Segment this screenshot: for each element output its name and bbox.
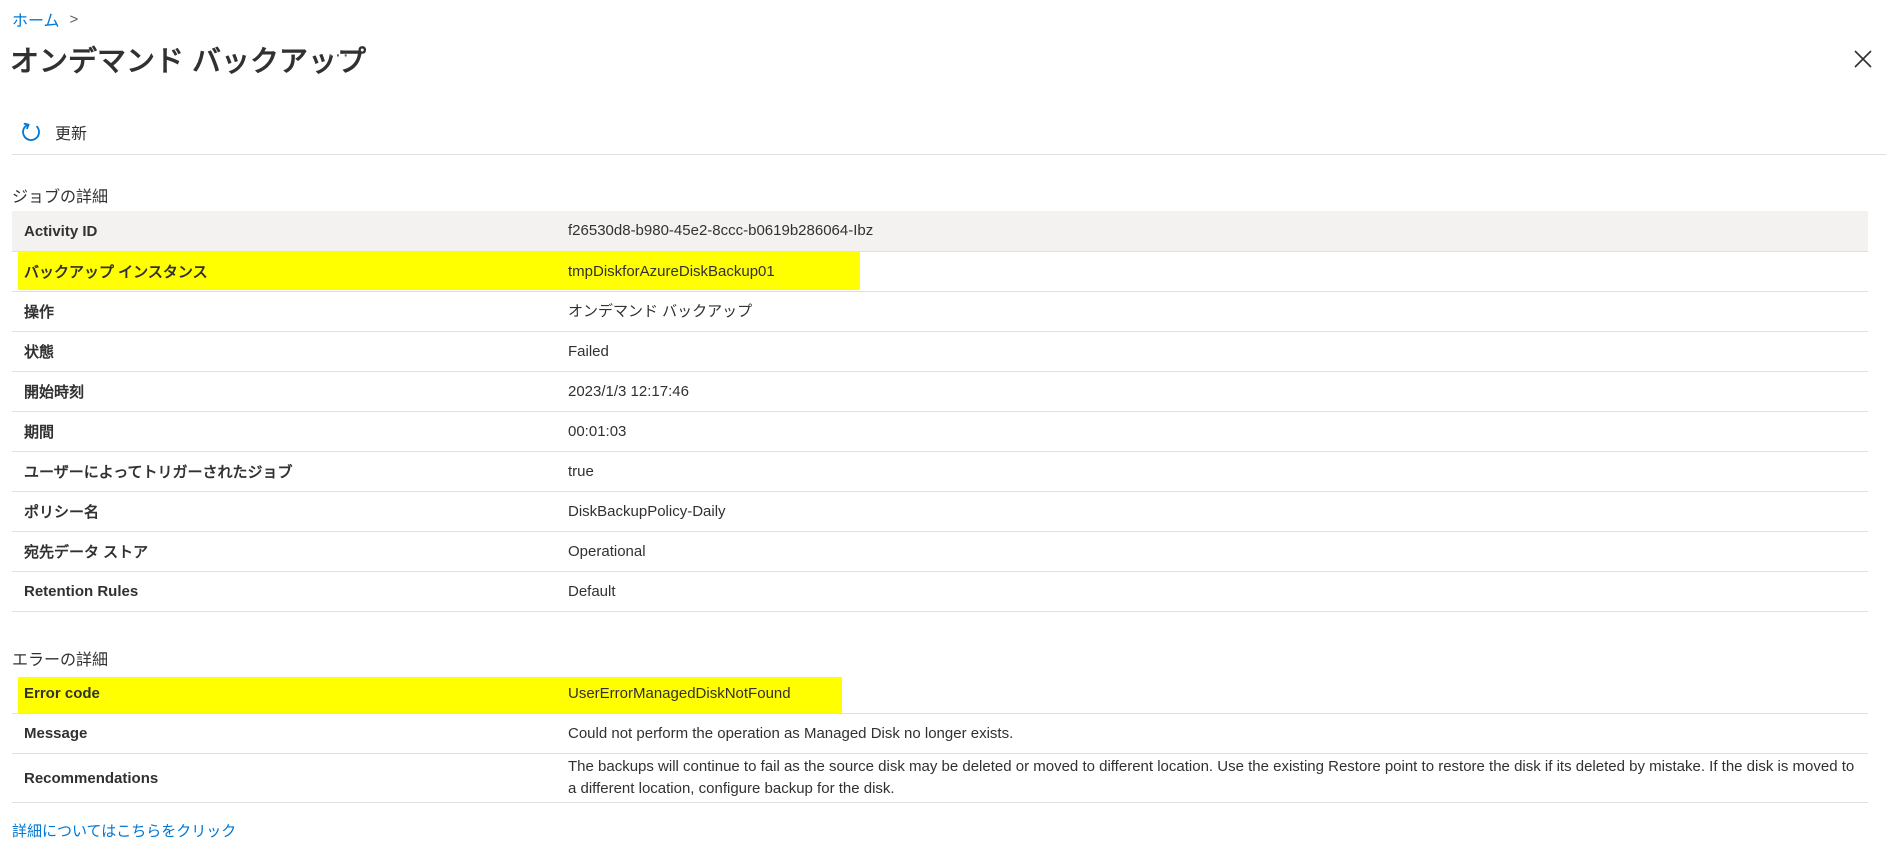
row-key: 開始時刻 <box>24 384 85 401</box>
breadcrumb-separator: > <box>69 10 79 28</box>
row-value: Operational <box>568 542 646 560</box>
refresh-button[interactable]: 更新 <box>19 120 87 144</box>
refresh-label: 更新 <box>55 126 88 143</box>
row-key: Activity ID <box>24 222 98 240</box>
table-row-duration: 期間 00:01:03 <box>12 412 1868 452</box>
row-key: Retention Rules <box>24 583 139 600</box>
page-title: オンデマンド バックアップ <box>10 46 367 78</box>
more-options-button[interactable]: ··· <box>327 44 350 67</box>
row-key: Message <box>24 725 88 742</box>
table-row-target-datastore: 宛先データ ストア Operational <box>12 532 1868 572</box>
row-key: Error code <box>24 685 100 702</box>
row-key: 状態 <box>24 344 55 361</box>
row-key: ポリシー名 <box>24 504 100 521</box>
command-bar: 更新 <box>12 116 1886 155</box>
table-row-user-triggered: ユーザーによってトリガーされたジョブ true <box>12 452 1868 492</box>
row-key: Recommendations <box>24 769 159 787</box>
row-key: 宛先データ ストア <box>24 544 149 561</box>
breadcrumb-home-link[interactable]: ホーム <box>12 7 60 31</box>
close-button[interactable] <box>1852 48 1874 70</box>
table-row-policy-name: ポリシー名 DiskBackupPolicy-Daily <box>12 492 1868 532</box>
row-value: f26530d8-b980-45e2-8ccc-b0619b286064-Ibz <box>568 222 874 239</box>
row-value: UserErrorManagedDiskNotFound <box>568 684 791 702</box>
row-value: オンデマンド バックアップ <box>568 302 753 320</box>
table-row-retention-rules: Retention Rules Default <box>12 572 1868 612</box>
table-row-error-code: Error code UserErrorManagedDiskNotFound <box>12 674 1868 714</box>
refresh-icon <box>22 122 40 141</box>
job-details-table: Activity ID f26530d8-b980-45e2-8ccc-b061… <box>12 211 1868 612</box>
table-row-message: Message Could not perform the operation … <box>12 714 1868 754</box>
table-row-recommendations: Recommendations The backups will continu… <box>12 754 1868 803</box>
learn-more-link[interactable]: 詳細についてはこちらをクリック <box>12 820 236 841</box>
row-key: バックアップ インスタンス <box>24 264 208 281</box>
table-row-start-time: 開始時刻 2023/1/3 12:17:46 <box>12 372 1868 412</box>
breadcrumb: ホーム > <box>12 7 78 31</box>
row-value: Default <box>568 582 616 600</box>
table-row-status: 状態 Failed <box>12 332 1868 372</box>
row-key: 操作 <box>24 304 55 321</box>
row-key: 期間 <box>24 424 55 441</box>
row-value: DiskBackupPolicy-Daily <box>568 502 726 520</box>
table-row-activity-id: Activity ID f26530d8-b980-45e2-8ccc-b061… <box>12 211 1868 252</box>
row-key: ユーザーによってトリガーされたジョブ <box>24 464 293 481</box>
table-row-backup-instance: バックアップ インスタンス tmpDiskforAzureDiskBackup0… <box>12 252 1868 292</box>
row-value: 2023/1/3 12:17:46 <box>568 382 689 400</box>
row-value: The backups will continue to fail as the… <box>568 758 1855 797</box>
row-value: Could not perform the operation as Manag… <box>568 724 1014 742</box>
job-details-heading: ジョブの詳細 <box>12 189 109 206</box>
row-value: tmpDiskforAzureDiskBackup01 <box>568 262 775 280</box>
error-details-heading: エラーの詳細 <box>12 652 109 669</box>
close-icon <box>1854 50 1872 68</box>
row-value: 00:01:03 <box>568 422 627 440</box>
row-value: true <box>568 462 594 480</box>
table-row-operation: 操作 オンデマンド バックアップ <box>12 292 1868 332</box>
error-details-table: Error code UserErrorManagedDiskNotFound … <box>12 674 1868 803</box>
row-value: Failed <box>568 342 609 360</box>
